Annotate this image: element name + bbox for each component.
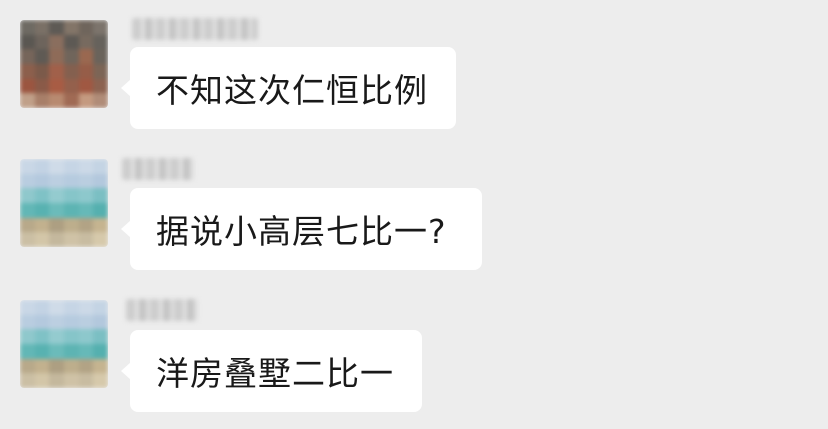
sender-avatar[interactable] [20, 20, 108, 108]
avatar-image [20, 300, 108, 388]
message-bubble[interactable]: 据说小高层七比一? [121, 188, 482, 270]
message-text: 洋房叠墅二比一 [156, 354, 394, 393]
sender-name [132, 18, 258, 40]
message-text: 据说小高层七比一? [156, 212, 447, 251]
avatar-image [20, 20, 108, 108]
sender-avatar[interactable] [20, 300, 108, 388]
message-bubble[interactable]: 不知这次仁恒比例 [121, 47, 456, 129]
sender-name [122, 158, 194, 180]
sender-name [126, 299, 198, 321]
message-text: 不知这次仁恒比例 [156, 71, 428, 110]
avatar-image [20, 159, 108, 247]
sender-avatar[interactable] [20, 159, 108, 247]
message-bubble[interactable]: 洋房叠墅二比一 [121, 330, 422, 412]
